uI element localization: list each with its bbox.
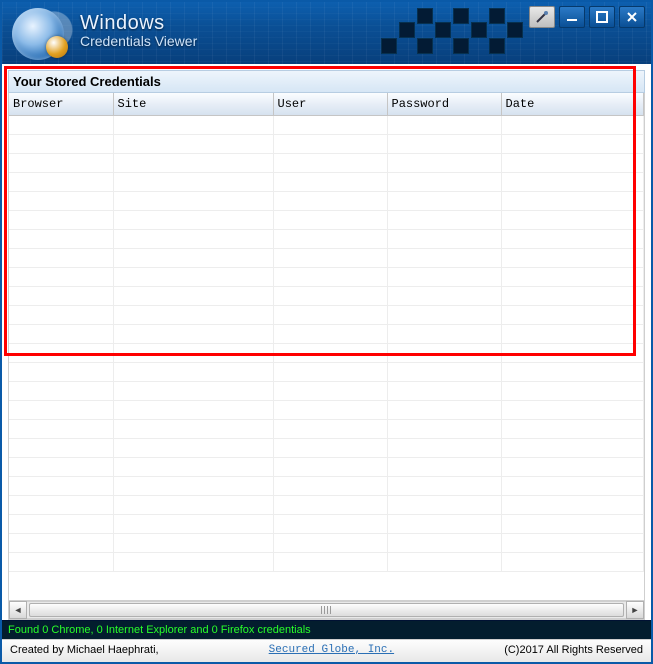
table-row[interactable] — [9, 458, 644, 477]
footer-created-by: Created by Michael Haephrati, — [10, 644, 159, 656]
table-row[interactable] — [9, 325, 644, 344]
app-window: Windows Credentials Viewer — [0, 0, 653, 664]
footer-link[interactable]: Secured Globe, Inc. — [269, 644, 394, 656]
table-row[interactable] — [9, 230, 644, 249]
scroll-track[interactable] — [27, 601, 626, 619]
app-title-line1: Windows — [80, 12, 197, 35]
table-body — [9, 116, 644, 572]
column-header-browser[interactable]: Browser — [9, 93, 113, 116]
column-header-date[interactable]: Date — [501, 93, 644, 116]
footer-copyright: (C)2017 All Rights Reserved — [504, 644, 643, 656]
table-row[interactable] — [9, 363, 644, 382]
table-row[interactable] — [9, 116, 644, 135]
window-controls — [529, 6, 645, 28]
table-row[interactable] — [9, 477, 644, 496]
table-row[interactable] — [9, 135, 644, 154]
table-row[interactable] — [9, 173, 644, 192]
footer: Created by Michael Haephrati, Secured Gl… — [2, 639, 651, 662]
credentials-table: Browser Site User Password Date — [9, 93, 644, 572]
column-header-password[interactable]: Password — [387, 93, 501, 116]
maximize-button[interactable] — [589, 6, 615, 28]
column-header-site[interactable]: Site — [113, 93, 273, 116]
table-row[interactable] — [9, 420, 644, 439]
app-logo-icon — [12, 8, 64, 60]
app-title: Windows Credentials Viewer — [80, 12, 197, 49]
table-row[interactable] — [9, 249, 644, 268]
table-row[interactable] — [9, 192, 644, 211]
app-title-line2: Credentials Viewer — [80, 33, 197, 49]
table-row[interactable] — [9, 287, 644, 306]
table-row[interactable] — [9, 496, 644, 515]
status-text: Found 0 Chrome, 0 Internet Explorer and … — [8, 624, 311, 636]
maximize-icon — [596, 11, 608, 23]
scroll-thumb[interactable] — [29, 603, 624, 617]
table-row[interactable] — [9, 344, 644, 363]
table-row[interactable] — [9, 534, 644, 553]
status-bar: Found 0 Chrome, 0 Internet Explorer and … — [2, 620, 651, 639]
table-row[interactable] — [9, 268, 644, 287]
minimize-button[interactable] — [559, 6, 585, 28]
scroll-right-button[interactable]: ► — [626, 601, 644, 619]
table-row[interactable] — [9, 553, 644, 572]
section-heading: Your Stored Credentials — [8, 70, 645, 93]
close-icon — [626, 11, 638, 23]
table-row[interactable] — [9, 306, 644, 325]
minimize-icon — [566, 11, 578, 23]
close-button[interactable] — [619, 6, 645, 28]
horizontal-scrollbar[interactable]: ◄ ► — [8, 601, 645, 620]
settings-button[interactable] — [529, 6, 555, 28]
tools-icon — [535, 10, 549, 24]
content-area: Your Stored Credentials Browser Site Use… — [2, 64, 651, 620]
titlebar-decor-squares — [381, 8, 541, 60]
table-row[interactable] — [9, 439, 644, 458]
table-header-row: Browser Site User Password Date — [9, 93, 644, 116]
table-row[interactable] — [9, 154, 644, 173]
table-row[interactable] — [9, 515, 644, 534]
column-header-user[interactable]: User — [273, 93, 387, 116]
table-row[interactable] — [9, 401, 644, 420]
table-row[interactable] — [9, 211, 644, 230]
scroll-left-button[interactable]: ◄ — [9, 601, 27, 619]
title-bar: Windows Credentials Viewer — [2, 2, 651, 64]
credentials-table-container: Browser Site User Password Date — [8, 93, 645, 601]
table-row[interactable] — [9, 382, 644, 401]
